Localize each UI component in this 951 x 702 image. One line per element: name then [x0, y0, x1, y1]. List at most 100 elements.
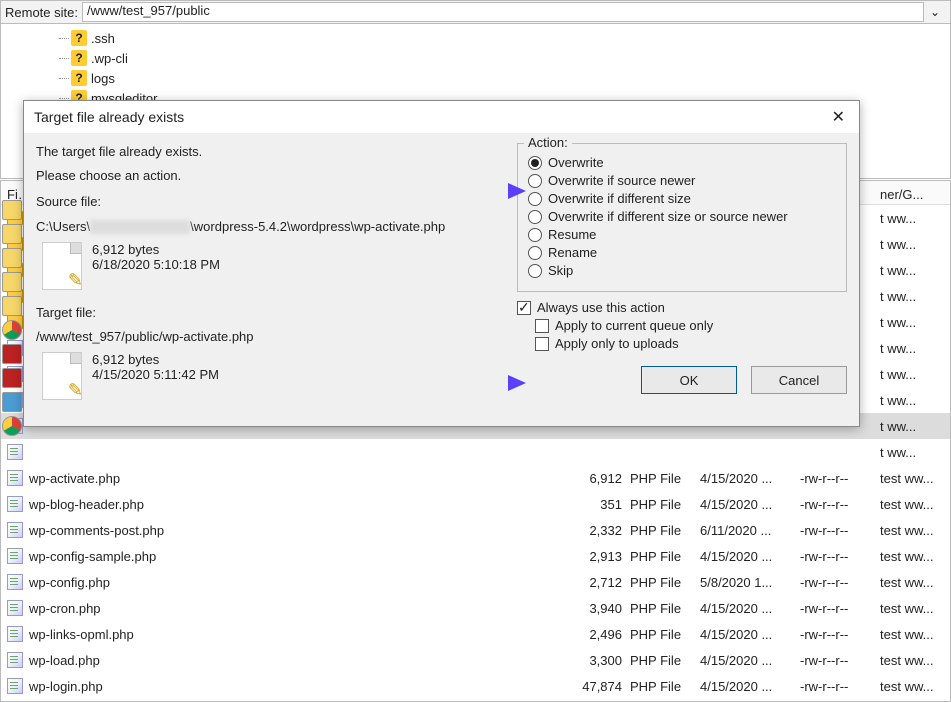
radio-icon [528, 246, 542, 260]
dialog-message: Please choose an action. [36, 167, 509, 185]
file-owner: t ww... [880, 445, 950, 460]
radio-overwrite-diffsize[interactable]: Overwrite if different size [528, 191, 836, 206]
file-size: 47,874 [560, 679, 630, 694]
file-name: wp-config.php [29, 575, 560, 590]
tree-node[interactable]: ? logs [71, 68, 950, 88]
file-perm: -rw-r--r-- [800, 549, 880, 564]
file-name: wp-login.php [29, 679, 560, 694]
file-date: 4/15/2020 ... [700, 601, 800, 616]
dialog-titlebar: Target file already exists ✕ [24, 101, 859, 133]
file-type: PHP File [630, 523, 700, 538]
radio-icon [528, 264, 542, 278]
file-type: PHP File [630, 549, 700, 564]
php-file-icon [7, 444, 23, 460]
tree-label: .wp-cli [91, 51, 128, 66]
file-owner: t ww... [880, 393, 950, 408]
radio-overwrite[interactable]: Overwrite [528, 155, 836, 170]
file-type: PHP File [630, 575, 700, 590]
file-type: PHP File [630, 471, 700, 486]
file-perm: -rw-r--r-- [800, 601, 880, 616]
dialog-title: Target file already exists [34, 109, 184, 125]
php-file-icon [42, 242, 82, 290]
file-owner: t ww... [880, 315, 950, 330]
cancel-button[interactable]: Cancel [751, 366, 847, 394]
remote-path-dropdown-icon[interactable]: ⌄ [924, 5, 946, 19]
php-file-icon [7, 496, 23, 512]
file-row[interactable]: wp-load.php3,300PHP File4/15/2020 ...-rw… [1, 647, 950, 673]
file-owner: t ww... [880, 341, 950, 356]
tree-node[interactable]: ? .ssh [71, 28, 950, 48]
file-row[interactable]: wp-cron.php3,940PHP File4/15/2020 ...-rw… [1, 595, 950, 621]
file-owner: t ww... [880, 211, 950, 226]
file-type: PHP File [630, 627, 700, 642]
file-row[interactable]: wp-blog-header.php351PHP File4/15/2020 .… [1, 491, 950, 517]
tree-node[interactable]: ? .wp-cli [71, 48, 950, 68]
file-owner: test ww... [880, 471, 950, 486]
file-type: PHP File [630, 497, 700, 512]
remote-site-label: Remote site: [5, 5, 82, 20]
file-size: 2,332 [560, 523, 630, 538]
source-file-label: Source file: [36, 193, 509, 211]
file-row[interactable]: wp-links-opml.php2,496PHP File4/15/2020 … [1, 621, 950, 647]
unknown-folder-icon: ? [71, 70, 87, 86]
radio-icon [528, 174, 542, 188]
file-owner: test ww... [880, 653, 950, 668]
target-file-date: 4/15/2020 5:11:42 PM [92, 367, 219, 382]
dialog-message: The target file already exists. [36, 143, 509, 161]
file-row[interactable]: wp-comments-post.php2,332PHP File6/11/20… [1, 517, 950, 543]
annotation-arrow-icon [456, 371, 528, 395]
file-owner: test ww... [880, 601, 950, 616]
php-file-icon [7, 548, 23, 564]
radio-skip[interactable]: Skip [528, 263, 836, 278]
file-date: 4/15/2020 ... [700, 653, 800, 668]
col-owner[interactable]: ner/G... [880, 187, 950, 202]
tree-label: logs [91, 71, 115, 86]
check-always-use[interactable]: Always use this action [517, 300, 847, 315]
file-date: 4/15/2020 ... [700, 497, 800, 512]
remote-site-bar: Remote site: /www/test_957/public ⌄ [0, 0, 951, 24]
file-owner: test ww... [880, 575, 950, 590]
annotation-arrow-icon [456, 179, 528, 203]
file-size: 2,712 [560, 575, 630, 590]
check-uploads-only[interactable]: Apply only to uploads [535, 336, 847, 351]
php-file-icon [7, 678, 23, 694]
check-queue-only[interactable]: Apply to current queue only [535, 318, 847, 333]
target-file-size: 6,912 bytes [92, 352, 219, 367]
file-row[interactable]: wp-activate.php6,912PHP File4/15/2020 ..… [1, 465, 950, 491]
radio-overwrite-newer[interactable]: Overwrite if source newer [528, 173, 836, 188]
file-perm: -rw-r--r-- [800, 471, 880, 486]
file-perm: -rw-r--r-- [800, 653, 880, 668]
file-type: PHP File [630, 679, 700, 694]
radio-rename[interactable]: Rename [528, 245, 836, 260]
file-row[interactable]: wp-config.php2,712PHP File5/8/2020 1...-… [1, 569, 950, 595]
ok-button[interactable]: OK [641, 366, 737, 394]
file-size: 2,913 [560, 549, 630, 564]
file-name: wp-load.php [29, 653, 560, 668]
close-icon[interactable]: ✕ [828, 107, 849, 127]
file-row[interactable]: wp-config-sample.php2,913PHP File4/15/20… [1, 543, 950, 569]
file-perm: -rw-r--r-- [800, 575, 880, 590]
action-group: Action: Overwrite Overwrite if source ne… [517, 143, 847, 292]
file-row[interactable]: wp-login.php47,874PHP File4/15/2020 ...-… [1, 673, 950, 699]
php-file-icon [7, 652, 23, 668]
radio-resume[interactable]: Resume [528, 227, 836, 242]
chrome-icon [2, 320, 22, 340]
file-owner: test ww... [880, 627, 950, 642]
checkbox-icon [535, 319, 549, 333]
target-file-path: /www/test_957/public/wp-activate.php [36, 328, 509, 346]
radio-icon [528, 210, 542, 224]
file-row[interactable]: t ww... [1, 439, 950, 465]
php-file-icon [7, 470, 23, 486]
app-icon [2, 392, 22, 412]
radio-icon [528, 192, 542, 206]
remote-path-input[interactable]: /www/test_957/public [82, 2, 924, 22]
source-file-size: 6,912 bytes [92, 242, 220, 257]
file-date: 6/11/2020 ... [700, 523, 800, 538]
file-name: wp-blog-header.php [29, 497, 560, 512]
chrome-icon [2, 416, 22, 436]
file-perm: -rw-r--r-- [800, 679, 880, 694]
radio-overwrite-diffornewer[interactable]: Overwrite if different size or source ne… [528, 209, 836, 224]
file-owner: t ww... [880, 237, 950, 252]
file-owner: t ww... [880, 367, 950, 382]
file-perm: -rw-r--r-- [800, 627, 880, 642]
